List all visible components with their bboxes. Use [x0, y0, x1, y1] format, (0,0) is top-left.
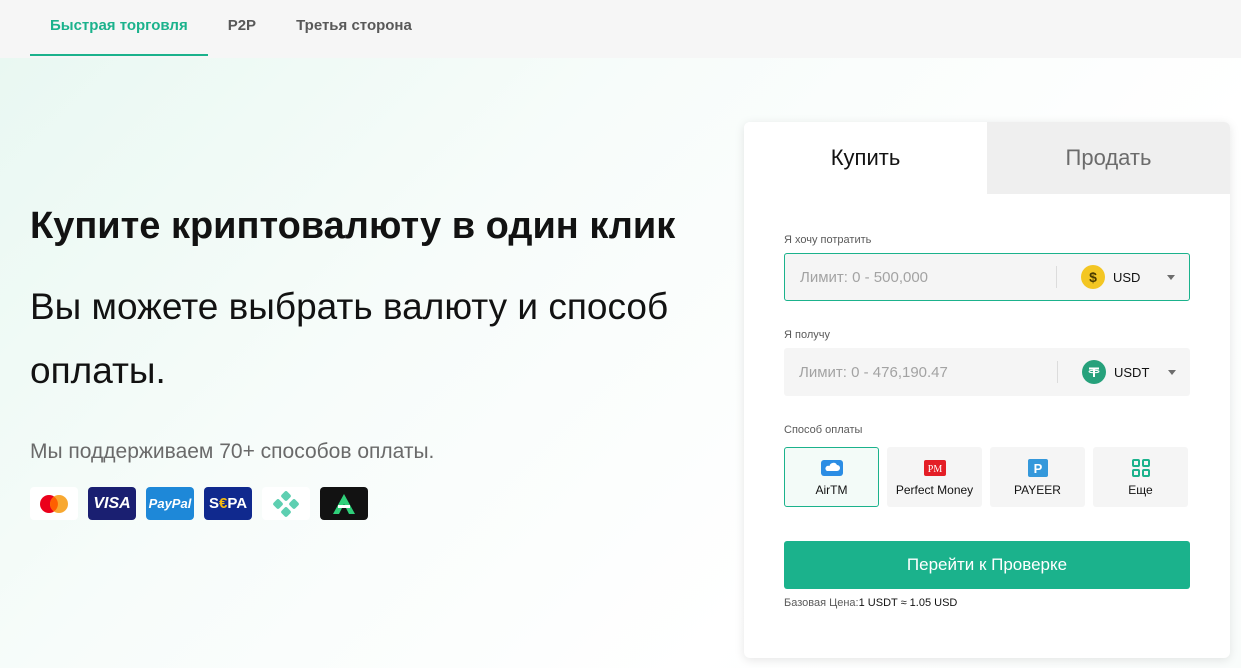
sepa-rest: PA — [227, 495, 248, 512]
payeer-icon: P — [1026, 458, 1050, 478]
tab-p2p[interactable]: P2P — [208, 0, 276, 50]
spend-amount-input[interactable] — [785, 254, 1056, 300]
chevron-down-icon — [1168, 370, 1176, 375]
tab-sell[interactable]: Продать — [987, 122, 1230, 194]
sepa-euro: € — [218, 495, 228, 512]
grid-more-icon — [1129, 458, 1153, 478]
payment-method-more[interactable]: Еще — [1093, 447, 1188, 507]
payment-methods: AirTM PM Perfect Money P PAYEER Еще — [784, 447, 1188, 507]
base-price-label: Базовая Цена: — [784, 597, 859, 609]
page-title: Купите криптовалюту в один клик — [30, 205, 676, 247]
chevron-down-icon — [1167, 275, 1175, 280]
payment-method-label: AirTM — [815, 482, 848, 497]
spend-label: Я хочу потратить — [784, 234, 872, 246]
base-price-value: 1 USDT ≈ 1.05 USD — [858, 597, 958, 609]
tab-third-party[interactable]: Третья сторона — [276, 0, 432, 50]
trade-card: Купить Продать Я хочу потратить $ USD Я … — [744, 122, 1230, 658]
receive-currency-select[interactable]: USDT — [1058, 348, 1190, 396]
dollar-coin-icon: $ — [1081, 265, 1105, 289]
visa-icon: VISA — [88, 487, 136, 520]
svg-text:P: P — [1033, 461, 1042, 476]
spend-currency-label: USD — [1113, 269, 1141, 285]
receive-field: USDT — [784, 348, 1190, 396]
mastercard-icon — [30, 487, 78, 520]
spend-field: $ USD — [784, 253, 1190, 301]
svg-text:PM: PM — [927, 464, 942, 475]
spend-currency-select[interactable]: $ USD — [1057, 254, 1189, 300]
sepa-s: S — [208, 495, 219, 512]
payment-method-label: PAYEER — [1014, 482, 1061, 497]
top-navigation: Быстрая торговля P2P Третья сторона — [0, 0, 1241, 58]
buy-sell-tabs: Купить Продать — [744, 122, 1230, 194]
payment-support-text: Мы поддерживаем 70+ способов оплаты. — [30, 440, 435, 463]
payment-method-label: Perfect Money — [895, 482, 974, 497]
advcash-icon — [320, 487, 368, 520]
payment-method-airtm[interactable]: AirTM — [784, 447, 879, 507]
receive-currency-label: USDT — [1114, 364, 1150, 380]
page-subtitle: Вы можете выбрать валюту и способ оплаты… — [30, 286, 669, 391]
sepa-icon: S € PA — [204, 487, 252, 520]
receive-amount-input[interactable] — [784, 348, 1057, 396]
payment-method-perfect-money[interactable]: PM Perfect Money — [887, 447, 982, 507]
airtm-cloud-icon — [820, 458, 844, 478]
tether-coin-icon — [1082, 360, 1106, 384]
payment-method-payeer[interactable]: P PAYEER — [990, 447, 1085, 507]
payment-method-label: Способ оплаты — [784, 424, 863, 436]
payment-logos: VISA PayPal S € PA — [30, 487, 368, 520]
perfect-money-icon: PM — [923, 458, 947, 478]
tab-buy[interactable]: Купить — [744, 122, 987, 194]
receive-label: Я получу — [784, 329, 830, 341]
tab-quick-trade[interactable]: Быстрая торговля — [30, 0, 208, 56]
base-price: Базовая Цена:1 USDT ≈ 1.05 USD — [784, 597, 957, 609]
diamond-pay-icon — [262, 487, 310, 520]
paypal-icon: PayPal — [146, 487, 194, 520]
payment-method-label: Еще — [1128, 482, 1153, 497]
proceed-to-checkout-button[interactable]: Перейти к Проверке — [784, 541, 1190, 589]
